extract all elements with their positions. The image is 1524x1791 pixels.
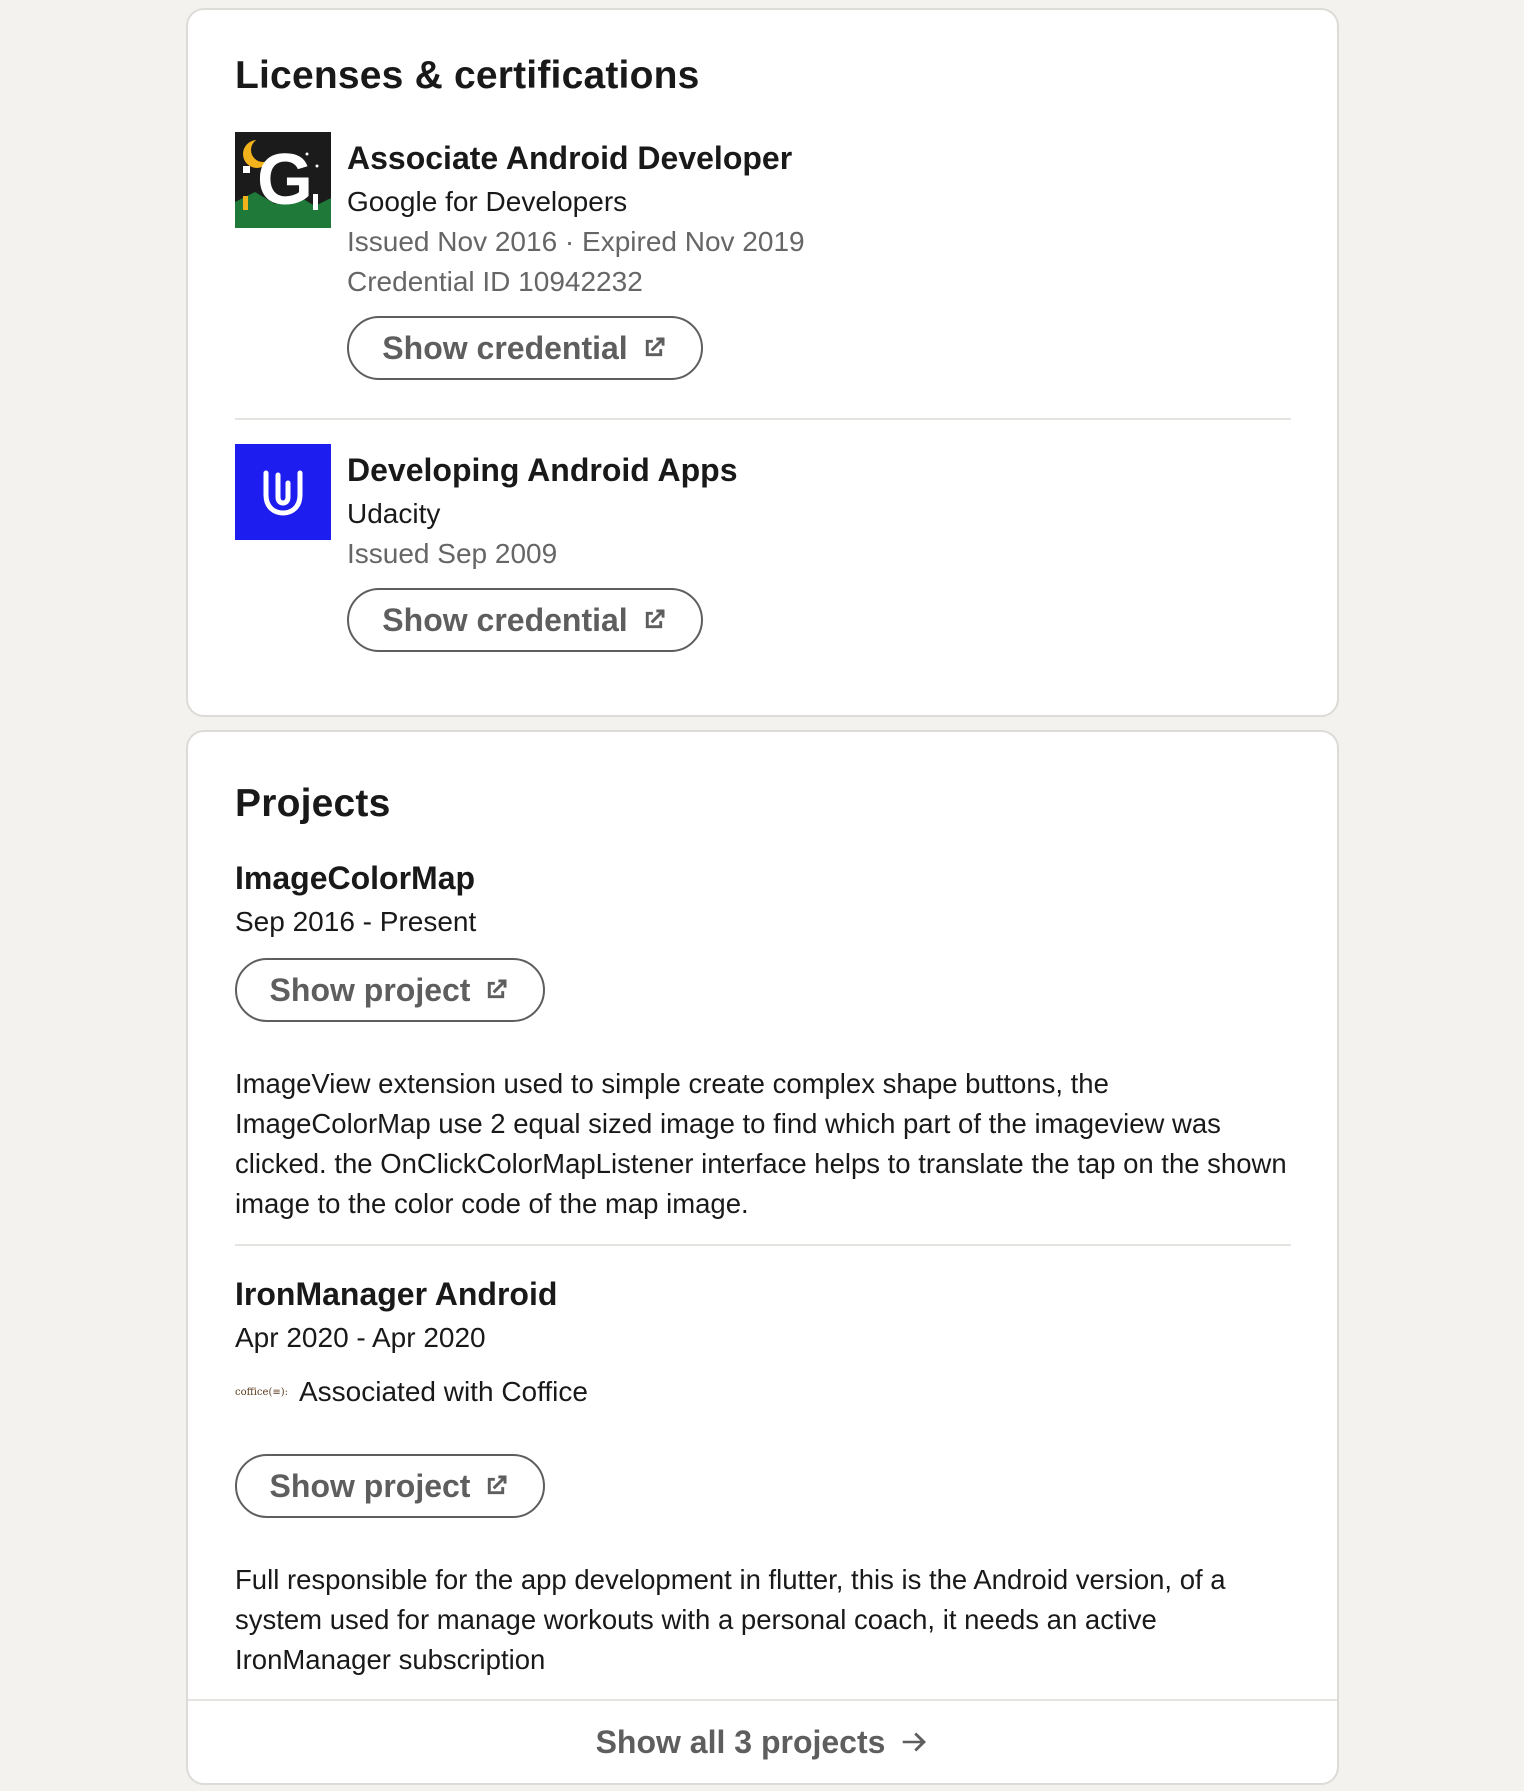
show-project-button[interactable]: Show project bbox=[235, 1454, 545, 1518]
udacity-logo[interactable] bbox=[235, 444, 331, 540]
project-description: ImageView extension used to simple creat… bbox=[235, 1068, 1287, 1219]
license-credential-id: Credential ID 10942232 bbox=[347, 266, 643, 297]
show-project-button[interactable]: Show project bbox=[235, 958, 545, 1022]
license-issuer: Google for Developers bbox=[347, 186, 628, 217]
project-description: Full responsible for the app development… bbox=[235, 1564, 1226, 1675]
show-credential-button[interactable]: Show credential bbox=[347, 316, 703, 380]
external-link-icon bbox=[488, 979, 507, 999]
license-name: Developing Android Apps bbox=[347, 452, 738, 488]
project-dates: Sep 2016 - Present bbox=[235, 906, 477, 937]
license-name: Associate Android Developer bbox=[347, 140, 793, 176]
show-credential-button[interactable]: Show credential bbox=[347, 588, 703, 652]
external-link-icon bbox=[645, 609, 665, 629]
svg-text:G: G bbox=[257, 140, 313, 220]
show-project-label: Show project bbox=[269, 971, 471, 1008]
licenses-card: Licenses & certifications G Associate An… bbox=[186, 8, 1339, 717]
show-all-projects-button[interactable]: Show all 3 projects bbox=[188, 1699, 1337, 1783]
divider bbox=[235, 418, 1291, 420]
google-g-icon: G bbox=[235, 132, 331, 228]
coffice-logo: coffice(≡): bbox=[235, 1386, 288, 1398]
show-project-label: Show project bbox=[269, 1467, 471, 1504]
project-name: IronManager Android bbox=[235, 1276, 558, 1312]
license-issuer: Udacity bbox=[347, 498, 441, 529]
project-name: ImageColorMap bbox=[235, 860, 476, 896]
external-link-icon bbox=[488, 1475, 507, 1495]
associated-organization[interactable]: coffice(≡): Associated with Coffice bbox=[235, 1376, 588, 1408]
google-for-developers-logo[interactable]: G bbox=[235, 132, 331, 228]
show-credential-label: Show credential bbox=[382, 601, 628, 638]
udacity-u-icon bbox=[263, 470, 303, 516]
external-link-icon bbox=[645, 337, 665, 357]
show-all-projects-label: Show all 3 projects bbox=[595, 1723, 886, 1760]
arrow-right-icon bbox=[903, 1732, 927, 1752]
projects-card: Projects ImageColorMap Sep 2016 - Presen… bbox=[186, 730, 1339, 1785]
associated-label: Associated with Coffice bbox=[299, 1376, 588, 1407]
divider bbox=[235, 1244, 1291, 1246]
licenses-section-title: Licenses & certifications bbox=[235, 54, 700, 97]
show-credential-label: Show credential bbox=[382, 329, 628, 366]
project-dates: Apr 2020 - Apr 2020 bbox=[235, 1322, 486, 1353]
projects-section-title: Projects bbox=[235, 782, 391, 825]
license-dates: Issued Sep 2009 bbox=[347, 538, 558, 569]
license-dates: Issued Nov 2016 · Expired Nov 2019 bbox=[347, 226, 805, 257]
